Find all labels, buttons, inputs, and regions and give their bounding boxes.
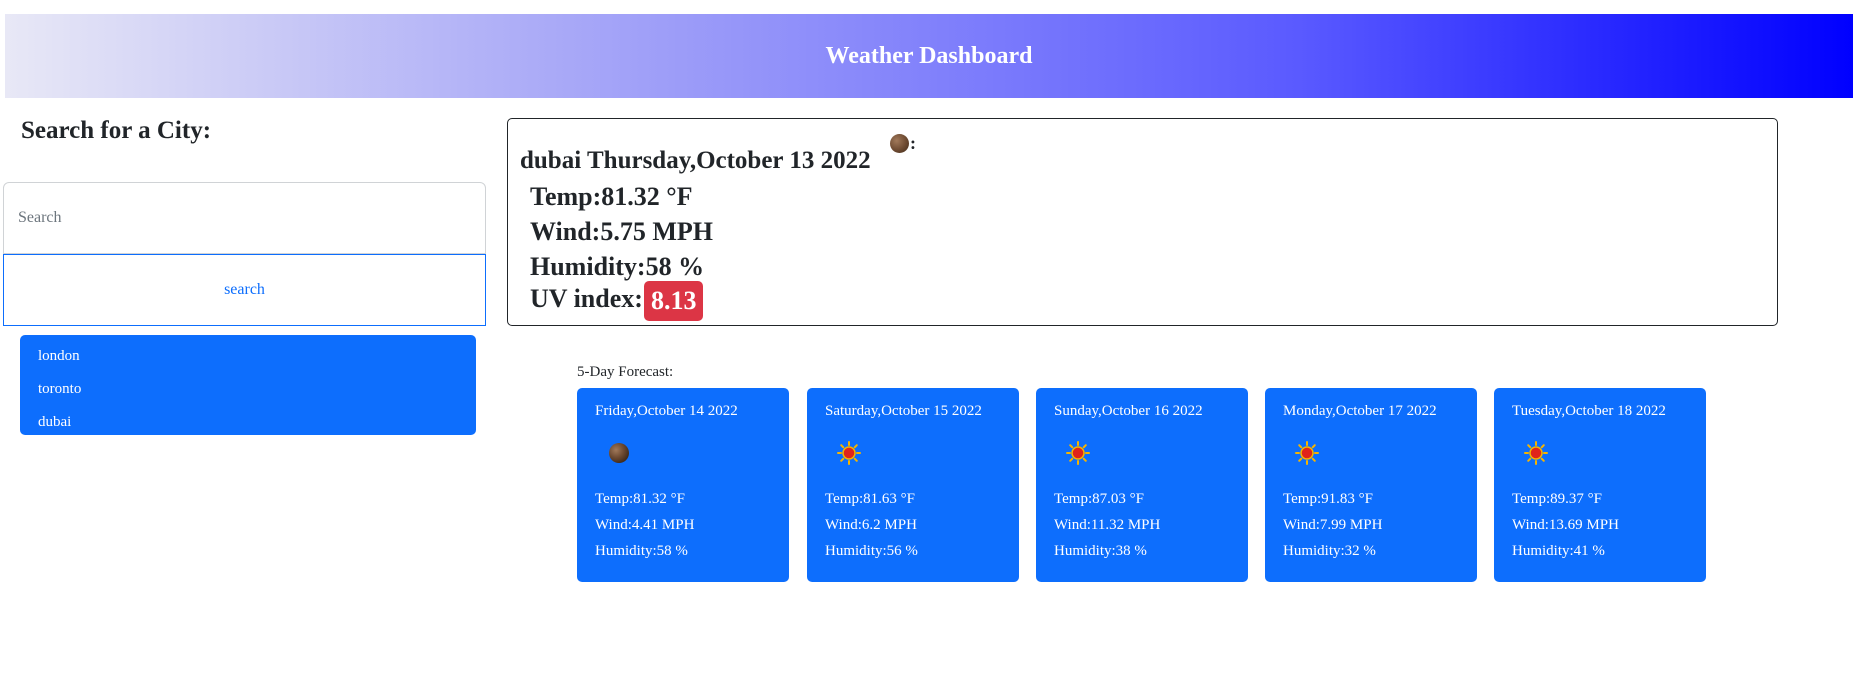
current-temp: Temp:81.32 °F bbox=[530, 182, 693, 211]
forecast-temp: Temp:91.83 °F bbox=[1283, 491, 1373, 507]
search-heading: Search for a City: bbox=[21, 117, 212, 144]
forecast-wind: Wind:4.41 MPH bbox=[595, 517, 695, 533]
forecast-card: Monday,October 17 2022 Temp:91.83 °F Win… bbox=[1265, 388, 1477, 582]
forecast-humidity: Humidity:41 % bbox=[1512, 543, 1605, 559]
moon-icon: : bbox=[890, 131, 930, 155]
history-item-toronto[interactable]: toronto bbox=[20, 373, 476, 406]
forecast-humidity: Humidity:56 % bbox=[825, 543, 918, 559]
forecast-date: Tuesday,October 18 2022 bbox=[1512, 403, 1666, 419]
forecast-temp: Temp:89.37 °F bbox=[1512, 491, 1602, 507]
search-button[interactable]: search bbox=[3, 254, 486, 326]
forecast-temp: Temp:81.32 °F bbox=[595, 491, 685, 507]
forecast-date: Monday,October 17 2022 bbox=[1283, 403, 1437, 419]
forecast-temp: Temp:81.63 °F bbox=[825, 491, 915, 507]
icon-suffix: : bbox=[910, 133, 916, 153]
forecast-card: Saturday,October 15 2022 Temp:81.63 °F W… bbox=[807, 388, 1019, 582]
forecast-temp: Temp:87.03 °F bbox=[1054, 491, 1144, 507]
forecast-wind: Wind:6.2 MPH bbox=[825, 517, 917, 533]
forecast-heading: 5-Day Forecast: bbox=[577, 364, 674, 380]
forecast-humidity: Humidity:32 % bbox=[1283, 543, 1376, 559]
search-history-list: london toronto dubai bbox=[20, 335, 476, 435]
uv-label: UV index: bbox=[530, 283, 643, 313]
forecast-card: Friday,October 14 2022 Temp:81.32 °F Win… bbox=[577, 388, 789, 582]
sun-icon bbox=[1295, 441, 1319, 465]
header-banner: Weather Dashboard bbox=[5, 14, 1853, 98]
forecast-wind: Wind:11.32 MPH bbox=[1054, 517, 1161, 533]
history-item-london[interactable]: london bbox=[20, 340, 476, 373]
current-city-date: dubai Thursday,October 13 2022 bbox=[520, 147, 871, 175]
current-uv: UV index: 8.13 bbox=[530, 281, 704, 321]
uv-badge: 8.13 bbox=[643, 281, 704, 321]
page-title: Weather Dashboard bbox=[825, 42, 1033, 69]
forecast-wind: Wind:7.99 MPH bbox=[1283, 517, 1383, 533]
forecast-card: Tuesday,October 18 2022 Temp:89.37 °F Wi… bbox=[1494, 388, 1706, 582]
sun-icon bbox=[1066, 441, 1090, 465]
forecast-card: Sunday,October 16 2022 Temp:87.03 °F Win… bbox=[1036, 388, 1248, 582]
current-weather-panel: : dubai Thursday,October 13 2022 Temp:81… bbox=[507, 118, 1778, 326]
forecast-wind: Wind:13.69 MPH bbox=[1512, 517, 1619, 533]
current-wind: Wind:5.75 MPH bbox=[530, 217, 713, 246]
forecast-date: Friday,October 14 2022 bbox=[595, 403, 738, 419]
forecast-humidity: Humidity:58 % bbox=[595, 543, 688, 559]
sun-icon bbox=[1524, 441, 1548, 465]
forecast-humidity: Humidity:38 % bbox=[1054, 543, 1147, 559]
forecast-date: Saturday,October 15 2022 bbox=[825, 403, 982, 419]
current-date: Thursday,October 13 2022 bbox=[586, 147, 871, 174]
sun-icon bbox=[837, 441, 861, 465]
history-item-dubai[interactable]: dubai bbox=[20, 406, 476, 439]
search-input[interactable] bbox=[3, 182, 486, 254]
current-humidity: Humidity:58 % bbox=[530, 252, 705, 281]
forecast-date: Sunday,October 16 2022 bbox=[1054, 403, 1203, 419]
moon-icon bbox=[609, 443, 629, 463]
current-city: dubai bbox=[520, 147, 582, 174]
